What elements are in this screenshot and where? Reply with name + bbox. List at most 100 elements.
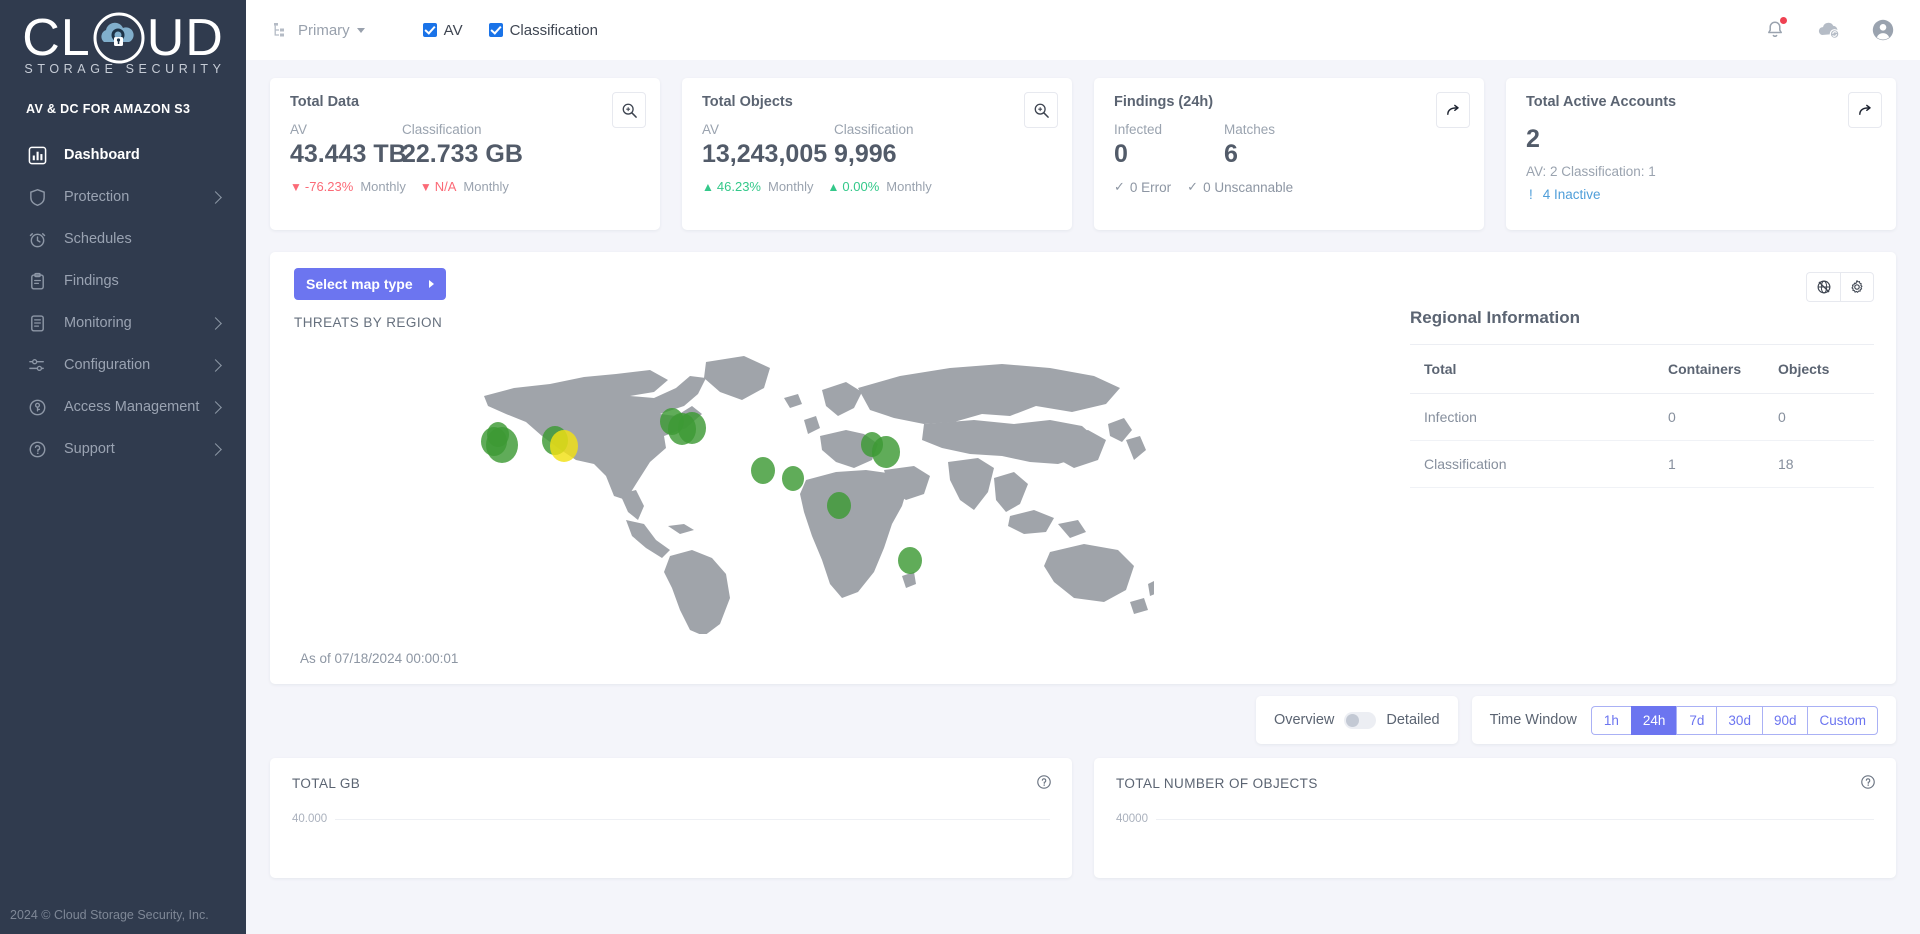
notification-bell-icon[interactable] bbox=[1762, 17, 1788, 43]
gear-icon bbox=[1851, 280, 1863, 293]
user-avatar-icon[interactable] bbox=[1870, 17, 1896, 43]
metric-classification-value-wrap: 22.733 GB bbox=[402, 137, 523, 171]
chart-axis-top: 40000 bbox=[1116, 813, 1874, 825]
brand-logo[interactable]: CL UD STORAGE SECURITY bbox=[0, 0, 246, 80]
threat-bubble[interactable] bbox=[782, 466, 804, 491]
regional-information-table: Total Containers Objects Infection 0 0 C… bbox=[1410, 345, 1874, 488]
sidebar-item-label: Protection bbox=[64, 189, 130, 205]
checkbox-av-box[interactable] bbox=[422, 23, 437, 37]
logo-row: CL UD bbox=[22, 10, 224, 66]
cloud-sync-icon[interactable] bbox=[1816, 17, 1842, 43]
zoom-in-icon bbox=[1034, 103, 1049, 118]
time-window-7d[interactable]: 7d bbox=[1676, 705, 1717, 735]
chart-total-gb: TOTAL GB 40.000 bbox=[270, 758, 1072, 878]
column-header-containers: Containers bbox=[1654, 345, 1764, 394]
card-footer: ▲ 46.23% Monthly ▲ 0.00% Monthly bbox=[702, 179, 1054, 194]
arrow-down-icon: ▼ bbox=[419, 179, 432, 194]
help-circle-icon[interactable] bbox=[1036, 774, 1052, 795]
sidebar-item-dashboard[interactable]: Dashboard bbox=[0, 134, 246, 176]
card-active-accounts: Total Active Accounts 2 AV: 2 Classifica… bbox=[1506, 78, 1896, 230]
map-as-of-label: As of 07/18/2024 00:00:01 bbox=[300, 651, 459, 666]
card-values: 0 6 bbox=[1114, 137, 1466, 171]
card-metrics: AV Classification bbox=[290, 122, 642, 137]
column-header-objects: Objects bbox=[1764, 345, 1874, 394]
select-map-type-label: Select map type bbox=[306, 276, 413, 292]
chart-gridline bbox=[335, 818, 1050, 820]
sidebar-item-label: Dashboard bbox=[64, 147, 140, 163]
time-window-24h[interactable]: 24h bbox=[1630, 705, 1677, 735]
threat-bubble[interactable] bbox=[751, 457, 775, 484]
delta-value: 0.00% bbox=[842, 179, 880, 194]
brand-logo-text-left: CL bbox=[22, 9, 91, 67]
threat-bubble[interactable] bbox=[487, 422, 509, 447]
sidebar-item-support[interactable]: Support bbox=[0, 428, 246, 470]
card-title: Total Data bbox=[290, 94, 360, 110]
zoom-in-icon-button[interactable] bbox=[612, 92, 646, 128]
sidebar-item-protection[interactable]: Protection bbox=[0, 176, 246, 218]
metric-classification: Classification bbox=[402, 122, 482, 137]
card-values: 13,243,005 9,996 bbox=[702, 137, 1054, 171]
time-window-30d[interactable]: 30d bbox=[1716, 705, 1762, 735]
threat-bubble[interactable] bbox=[872, 436, 900, 468]
tree-structure-icon bbox=[272, 21, 290, 39]
help-circle-icon[interactable] bbox=[1860, 774, 1876, 795]
metric-label: Classification bbox=[402, 122, 482, 137]
sidebar-item-label: Monitoring bbox=[64, 315, 132, 331]
time-window-segmented-control: 1h 24h 7d 30d 90d Custom bbox=[1590, 705, 1878, 735]
share-arrow-icon-button[interactable] bbox=[1436, 92, 1470, 128]
overview-detailed-toggle[interactable]: Overview Detailed bbox=[1274, 711, 1440, 729]
gear-icon-button[interactable] bbox=[1840, 272, 1874, 302]
delta-value: -76.23% bbox=[304, 179, 354, 194]
metric-value: 22.733 GB bbox=[402, 140, 523, 168]
inactive-accounts-link[interactable]: 4 Inactive bbox=[1543, 187, 1601, 202]
product-title: AV & DC FOR AMAZON S3 bbox=[26, 102, 191, 116]
checkbox-av[interactable]: AV bbox=[422, 22, 463, 39]
brand-logo-text-right: UD bbox=[146, 9, 224, 67]
sidebar-item-label: Support bbox=[64, 441, 115, 457]
card-metrics: AV Classification bbox=[702, 122, 1054, 137]
metric-matches: Matches bbox=[1224, 122, 1275, 137]
clipboard-icon bbox=[26, 270, 48, 292]
notification-badge bbox=[1780, 17, 1787, 24]
note-unscannable: ✓ 0 Unscannable bbox=[1187, 179, 1293, 195]
threat-bubble[interactable] bbox=[550, 430, 578, 462]
chevron-right-icon bbox=[209, 358, 222, 372]
row-objects: 0 bbox=[1764, 393, 1874, 441]
time-window-90d[interactable]: 90d bbox=[1761, 705, 1808, 735]
card-findings: Findings (24h) Infected Matches 0 6 ✓ 0 … bbox=[1094, 78, 1484, 230]
sidebar-item-monitoring[interactable]: Monitoring bbox=[0, 302, 246, 344]
sidebar-item-findings[interactable]: Findings bbox=[0, 260, 246, 302]
zoom-in-icon-button[interactable] bbox=[1024, 92, 1058, 128]
view-mode-switch[interactable] bbox=[1344, 711, 1377, 729]
note-text: 0 Error bbox=[1129, 179, 1172, 195]
time-window-1h[interactable]: 1h bbox=[1590, 705, 1631, 735]
cloud-lock-icon bbox=[91, 10, 147, 66]
time-window-label: Time Window bbox=[1489, 712, 1577, 728]
threat-bubble[interactable] bbox=[678, 412, 706, 444]
sidebar-item-schedules[interactable]: Schedules bbox=[0, 218, 246, 260]
select-map-type-button[interactable]: Select map type bbox=[294, 268, 446, 300]
checkbox-classification[interactable]: Classification bbox=[488, 22, 598, 39]
exclamation-icon: ! bbox=[1529, 187, 1533, 202]
sidebar-copyright: 2024 © Cloud Storage Security, Inc. bbox=[10, 908, 209, 922]
row-label: Infection bbox=[1410, 393, 1654, 441]
sidebar-item-access-management[interactable]: Access Management bbox=[0, 386, 246, 428]
checkbox-classification-box[interactable] bbox=[488, 23, 503, 37]
sidebar-item-configuration[interactable]: Configuration bbox=[0, 344, 246, 386]
row-containers: 1 bbox=[1654, 440, 1764, 488]
check-icon: ✓ bbox=[1187, 179, 1199, 194]
threat-bubble[interactable] bbox=[827, 492, 851, 519]
card-total-objects: Total Objects AV Classification 13,243,0… bbox=[682, 78, 1072, 230]
dashboard-content: Total Data AV Classification 43.443 TB 2… bbox=[246, 60, 1920, 934]
share-arrow-icon-button[interactable] bbox=[1848, 92, 1882, 128]
account-selector[interactable]: Primary bbox=[272, 21, 365, 39]
sidebar-item-label: Access Management bbox=[64, 399, 200, 415]
no-globe-icon-button[interactable] bbox=[1806, 272, 1840, 302]
card-footer: ▼ -76.23% Monthly ▼ N/A Monthly bbox=[290, 179, 642, 194]
threat-bubble[interactable] bbox=[898, 547, 922, 574]
delta-classification: ▼ N/A Monthly bbox=[420, 179, 509, 194]
column-header-total: Total bbox=[1410, 345, 1654, 394]
delta-period: Monthly bbox=[886, 179, 932, 194]
help-circle-icon bbox=[26, 438, 48, 460]
time-window-custom[interactable]: Custom bbox=[1807, 705, 1878, 735]
